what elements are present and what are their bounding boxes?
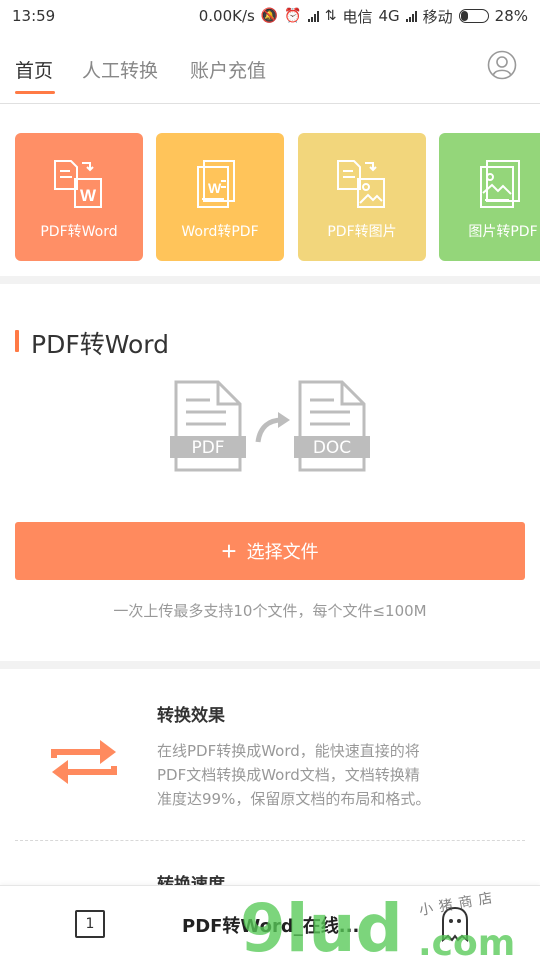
page-title[interactable]: PDF转Word_在线... xyxy=(182,912,359,938)
carrier-1: 电信 xyxy=(342,7,373,26)
pdf-to-image-icon xyxy=(337,160,385,208)
image-to-pdf-icon xyxy=(480,160,520,208)
active-tab-indicator xyxy=(15,91,55,94)
svg-text:W: W xyxy=(208,180,222,196)
word-to-pdf-icon: W xyxy=(197,160,235,208)
tool-card-pdf-to-image[interactable]: PDF转图片 xyxy=(298,133,426,261)
section-accent-bar xyxy=(15,330,19,352)
dashed-divider xyxy=(15,840,525,841)
tool-card-label: Word转PDF xyxy=(181,224,259,240)
status-indicators: 0.00K/s 🔕 ⏰ ⇅ 电信 4G 移动 28% xyxy=(199,6,528,27)
tool-cards: W PDF转Word W Word转PDF PDF转图片 图片转PDF xyxy=(0,104,540,276)
tool-card-pdf-to-word[interactable]: W PDF转Word xyxy=(15,133,143,261)
upload-limit-hint: 一次上传最多支持10个文件，每个文件≤100M xyxy=(113,602,427,620)
tab-account-recharge[interactable]: 账户充值 xyxy=(190,56,266,83)
alarm-icon: ⏰ xyxy=(284,8,302,24)
network-type: 4G xyxy=(378,7,400,25)
browser-bottom-bar: 1 PDF转Word_在线... xyxy=(0,885,540,960)
tool-card-label: PDF转图片 xyxy=(327,224,397,240)
status-bar: 13:59 0.00K/s 🔕 ⏰ ⇅ 电信 4G 移动 28% xyxy=(0,0,540,32)
svg-text:DOC: DOC xyxy=(313,438,351,458)
conversion-illustration: PDF DOC xyxy=(170,380,370,472)
signal-icon xyxy=(307,10,319,22)
convert-loop-icon xyxy=(51,740,117,784)
tab-home[interactable]: 首页 xyxy=(15,56,53,83)
status-time: 13:59 xyxy=(12,7,56,25)
tool-card-label: PDF转Word xyxy=(40,224,118,240)
battery-icon xyxy=(458,9,489,23)
battery-percent: 28% xyxy=(494,7,528,25)
pdf-to-word-icon: W xyxy=(54,160,102,208)
section-divider-2 xyxy=(0,661,540,669)
plus-icon: + xyxy=(221,536,237,566)
feature-desc-effect: 在线PDF转换成Word，能快速直接的将 PDF文档转换成Word文档，文档转换… xyxy=(157,742,431,808)
tab-manual-convert[interactable]: 人工转换 xyxy=(82,56,158,83)
section-divider xyxy=(0,276,540,284)
mute-icon: 🔕 xyxy=(260,8,279,24)
doc-file-icon: DOC xyxy=(294,380,370,472)
tool-card-word-to-pdf[interactable]: W Word转PDF xyxy=(156,133,284,261)
carrier-2: 移动 xyxy=(422,7,453,26)
svg-text:W: W xyxy=(80,186,97,205)
signal-icon-2 xyxy=(405,10,417,22)
data-transfer-icon: ⇅ xyxy=(324,8,337,24)
section-title: PDF转Word xyxy=(31,330,169,359)
user-avatar-icon[interactable] xyxy=(487,50,517,80)
select-file-button[interactable]: + 选择文件 xyxy=(15,522,525,580)
top-nav: 首页 人工转换 账户充值 xyxy=(0,32,540,104)
tool-card-label: 图片转PDF xyxy=(468,224,538,240)
tool-card-image-to-pdf[interactable]: 图片转PDF xyxy=(439,133,540,261)
feature-title-effect: 转换效果 xyxy=(157,706,225,726)
select-file-label: 选择文件 xyxy=(246,542,319,562)
tab-count-button[interactable]: 1 xyxy=(75,910,105,938)
pdf-file-icon: PDF xyxy=(170,380,246,472)
svg-text:PDF: PDF xyxy=(191,438,224,458)
network-speed: 0.00K/s xyxy=(198,7,255,25)
ghost-mascot-icon[interactable] xyxy=(440,906,470,942)
